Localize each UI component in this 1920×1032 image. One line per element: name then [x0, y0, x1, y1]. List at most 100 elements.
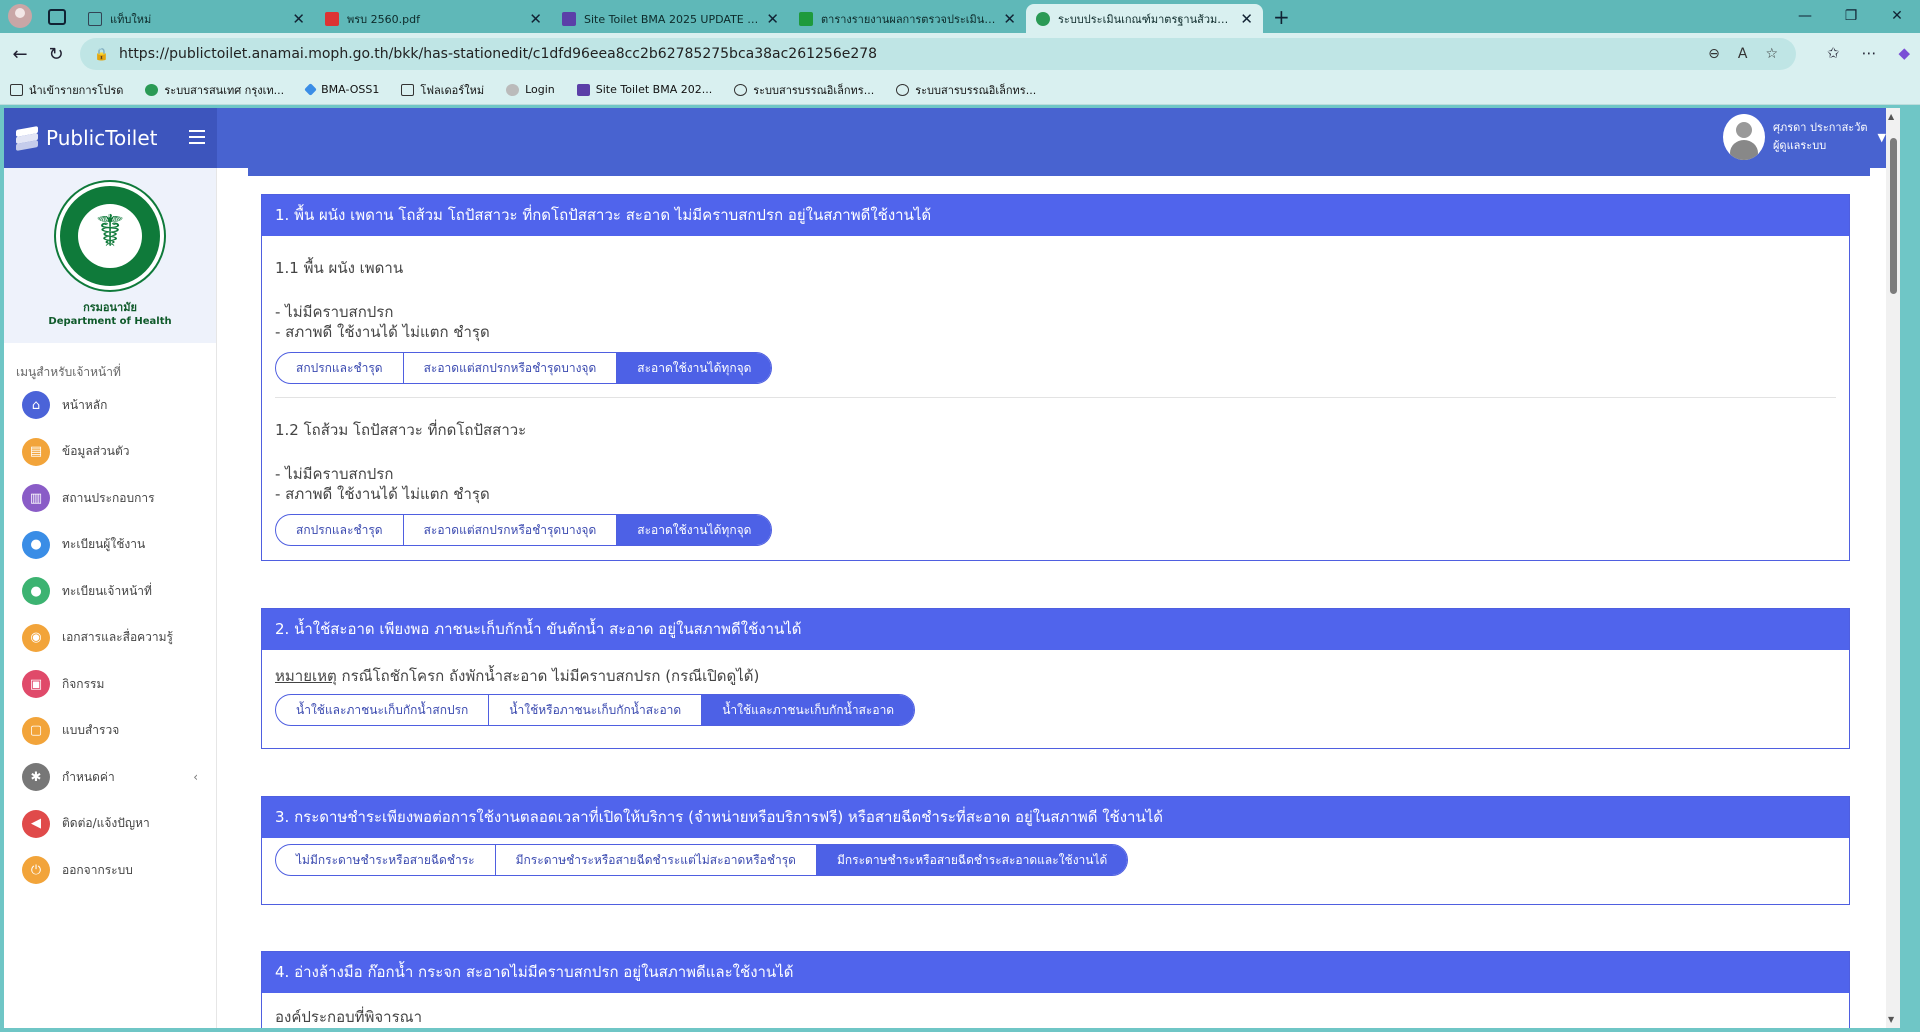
scroll-down-icon[interactable]: ▼: [1888, 1015, 1894, 1024]
section-4-body: องค์ประกอบที่พิจารณา: [262, 1005, 1849, 1028]
more-icon[interactable]: ⋯: [1861, 44, 1876, 62]
bookmark-import[interactable]: นำเข้ารายการโปรด: [10, 81, 123, 99]
sidebar-item-5[interactable]: ◉ เอกสารและสื่อความรู้: [4, 615, 216, 662]
app-window: PublicToilet ศุภรดา ประกาสะวัต ผู้ดูแลระ…: [4, 108, 1900, 1028]
department-name-en: Department of Health: [48, 316, 172, 327]
sidebar-item-6[interactable]: ▣ กิจกรรม: [4, 661, 216, 708]
sidebar-item-10[interactable]: ⏻ ออกจากระบบ: [4, 847, 216, 894]
hamburger-menu-icon[interactable]: [189, 130, 205, 148]
page-scrollbar[interactable]: ▲ ▼: [1886, 108, 1900, 1028]
sidebar-item-3[interactable]: ● ทะเบียนผู้ใช้งาน: [4, 522, 216, 569]
tab-actions-icon[interactable]: [48, 9, 66, 25]
bookmark-site-toilet[interactable]: Site Toilet BMA 202...: [576, 83, 712, 96]
criterion-section-3: 3. กระดาษชำระเพียงพอต่อการใช้งานตลอดเวลา…: [261, 796, 1850, 905]
rating-option-partial[interactable]: สะอาดแต่สกปรกหรือชำรุดบางจุด: [404, 515, 618, 545]
bookmark-bma-info[interactable]: ระบบสารสนเทศ กรุงเท...: [145, 81, 284, 99]
sidebar-item-8[interactable]: ✱ กำหนดค่า ‹: [4, 754, 216, 801]
criterion-point: - ไม่มีคราบสกปรก: [275, 465, 394, 483]
ministry-seal-icon: [56, 182, 164, 290]
previous-section-edge: [248, 168, 1870, 176]
chevron-down-icon: ▼: [1877, 130, 1886, 144]
close-icon[interactable]: ✕: [766, 10, 779, 28]
sub-criterion-title: 1.2 โถส้วม โถปัสสาวะ ที่กดโถปัสสาวะ: [275, 421, 527, 439]
rating-option-dirty[interactable]: น้ำใช้และภาชนะเก็บกักน้ำสกปรก: [276, 695, 490, 725]
criterion-section-1: 1. พื้น ผนัง เพดาน โถส้วม โถปัสสาวะ ที่ก…: [261, 194, 1850, 561]
rating-option-clean[interactable]: สะอาดใช้งานได้ทุกจุด: [617, 353, 772, 383]
read-aloud-icon[interactable]: A: [1738, 46, 1748, 62]
sidebar-item-label: แบบสำรวจ: [62, 723, 120, 738]
browser-tab-1[interactable]: แท็บใหม่ ✕: [78, 4, 315, 33]
rating-option-dirty[interactable]: สกปรกและชำรุด: [276, 353, 404, 383]
rating-option-none[interactable]: ไม่มีกระดาษชำระหรือสายฉีดชำระ: [276, 845, 496, 875]
zoom-icon[interactable]: ⊖: [1708, 46, 1720, 62]
browser-tab-5[interactable]: ระบบประเมินเกณฑ์มาตรฐานส้วมสาธาร ✕: [1026, 4, 1263, 33]
restore-icon[interactable]: ❐: [1828, 0, 1874, 33]
scrollbar-thumb[interactable]: [1890, 138, 1897, 294]
sub-criterion-1-1: 1.1 พื้น ผนัง เพดาน - ไม่มีคราบสกปรก - ส…: [262, 256, 1849, 398]
minimize-icon[interactable]: —: [1782, 0, 1828, 33]
avatar: [1722, 114, 1765, 160]
close-icon[interactable]: ✕: [292, 10, 305, 28]
favorites-icon[interactable]: ✩: [1827, 44, 1840, 62]
sidebar-item-7[interactable]: ▢ แบบสำรวจ: [4, 708, 216, 755]
site-icon: [145, 83, 159, 96]
user-name: ศุภรดา ประกาสะวัต: [1772, 121, 1868, 134]
browser-profile-avatar[interactable]: [8, 4, 32, 28]
section-title: 3. กระดาษชำระเพียงพอต่อการใช้งานตลอดเวลา…: [262, 797, 1849, 838]
import-icon: [10, 83, 23, 96]
browser-tab-bar: แท็บใหม่ ✕ พรบ 2560.pdf ✕ Site Toilet BMA …: [0, 0, 1920, 33]
divider: [275, 397, 1836, 398]
sidebar-item-0[interactable]: ⌂ หน้าหลัก: [4, 382, 216, 429]
rating-option-clean[interactable]: น้ำใช้และภาชนะเก็บกักน้ำสะอาด: [702, 695, 915, 725]
section-3-body: ไม่มีกระดาษชำระหรือสายฉีดชำระ มีกระดาษชำ…: [262, 838, 1849, 876]
address-toolbar: ← ↻ 🔒 https://publictoilet.anamai.moph.g…: [0, 33, 1920, 75]
department-logo: กรมอนามัย Department of Health: [4, 168, 216, 343]
browser-tab-4[interactable]: ตารางรายงานผลการตรวจประเมินห้องน้ ✕: [789, 4, 1026, 33]
brand[interactable]: PublicToilet: [4, 108, 217, 168]
sidebar-item-label: ทะเบียนผู้ใช้งาน: [62, 537, 146, 552]
window-controls: — ❐ ✕: [1782, 0, 1920, 33]
bookmark-login[interactable]: Login: [506, 83, 555, 96]
note-text: กรณีโถชักโครก ถังพักน้ำสะอาด ไม่มีคราบสก…: [336, 667, 760, 685]
copilot-icon[interactable]: ◆: [1898, 44, 1910, 62]
rating-option-clean[interactable]: มีกระดาษชำระหรือสายฉีดชำระสะอาดและใช้งาน…: [816, 845, 1128, 875]
close-window-icon[interactable]: ✕: [1874, 0, 1920, 33]
section-title: 4. อ่างล้างมือ ก๊อกน้ำ กระจก สะอาดไม่มีค…: [262, 952, 1849, 993]
browser-tab-2[interactable]: พรบ 2560.pdf ✕: [315, 4, 552, 33]
bookmark-saraban-2[interactable]: ระบบสารบรรณอิเล็กทร...: [896, 81, 1036, 99]
rating-button-group: สกปรกและชำรุด สะอาดแต่สกปรกหรือชำรุดบางจ…: [275, 352, 773, 384]
sidebar-item-2[interactable]: ▥ สถานประกอบการ: [4, 475, 216, 522]
refresh-icon[interactable]: ↻: [38, 44, 74, 65]
new-tab-icon[interactable]: +: [1273, 5, 1290, 29]
url-bar[interactable]: 🔒 https://publictoilet.anamai.moph.go.th…: [80, 38, 1796, 70]
sidebar-item-1[interactable]: ▤ ข้อมูลส่วนตัว: [4, 429, 216, 476]
rating-option-partial[interactable]: มีกระดาษชำระหรือสายฉีดชำระแต่ไม่สะอาดหรื…: [496, 845, 817, 875]
bookmark-folder[interactable]: โฟลเดอร์ใหม่: [401, 81, 484, 99]
bookmark-bma-oss[interactable]: BMA-OSS1: [304, 83, 379, 96]
scroll-up-icon[interactable]: ▲: [1888, 112, 1894, 121]
globe-icon: [896, 83, 910, 96]
user-role: ผู้ดูแลระบบ: [1772, 139, 1827, 152]
browser-tab-3[interactable]: Site Toilet BMA 2025 UPDATE - ก ✕: [552, 4, 789, 33]
site-icon: [506, 83, 520, 96]
close-icon[interactable]: ✕: [1003, 10, 1016, 28]
bookmark-saraban-1[interactable]: ระบบสารบรรณอิเล็กทร...: [734, 81, 874, 99]
user-menu[interactable]: ศุภรดา ประกาสะวัต ผู้ดูแลระบบ ▼: [1722, 114, 1886, 160]
close-icon[interactable]: ✕: [529, 10, 542, 28]
sidebar-item-9[interactable]: ◀ ติดต่อ/แจ้งปัญหา: [4, 801, 216, 848]
sidebar-item-label: ข้อมูลส่วนตัว: [62, 444, 130, 459]
close-icon[interactable]: ✕: [1240, 10, 1253, 28]
rating-option-partial[interactable]: น้ำใช้หรือภาชนะเก็บกักน้ำสะอาด: [489, 695, 703, 725]
section-2-body: หมายเหตุ กรณีโถชักโครก ถังพักน้ำสะอาด ไม…: [262, 664, 1849, 726]
power-icon: ⏻: [22, 856, 50, 885]
rating-option-dirty[interactable]: สกปรกและชำรุด: [276, 515, 404, 545]
main-content: 1. พื้น ผนัง เพดาน โถส้วม โถปัสสาวะ ที่ก…: [218, 168, 1900, 1028]
lock-icon[interactable]: 🔒: [94, 47, 109, 61]
sidebar-item-4[interactable]: ● ทะเบียนเจ้าหน้าที่: [4, 568, 216, 615]
rating-button-group: ไม่มีกระดาษชำระหรือสายฉีดชำระ มีกระดาษชำ…: [275, 844, 1129, 876]
rating-option-partial[interactable]: สะอาดแต่สกปรกหรือชำรุดบางจุด: [404, 353, 618, 383]
back-icon[interactable]: ←: [2, 44, 38, 65]
menu-title: เมนูสำหรับเจ้าหน้าที่: [16, 365, 121, 379]
rating-option-clean[interactable]: สะอาดใช้งานได้ทุกจุด: [617, 515, 772, 545]
favorite-star-icon[interactable]: ☆: [1765, 46, 1778, 62]
